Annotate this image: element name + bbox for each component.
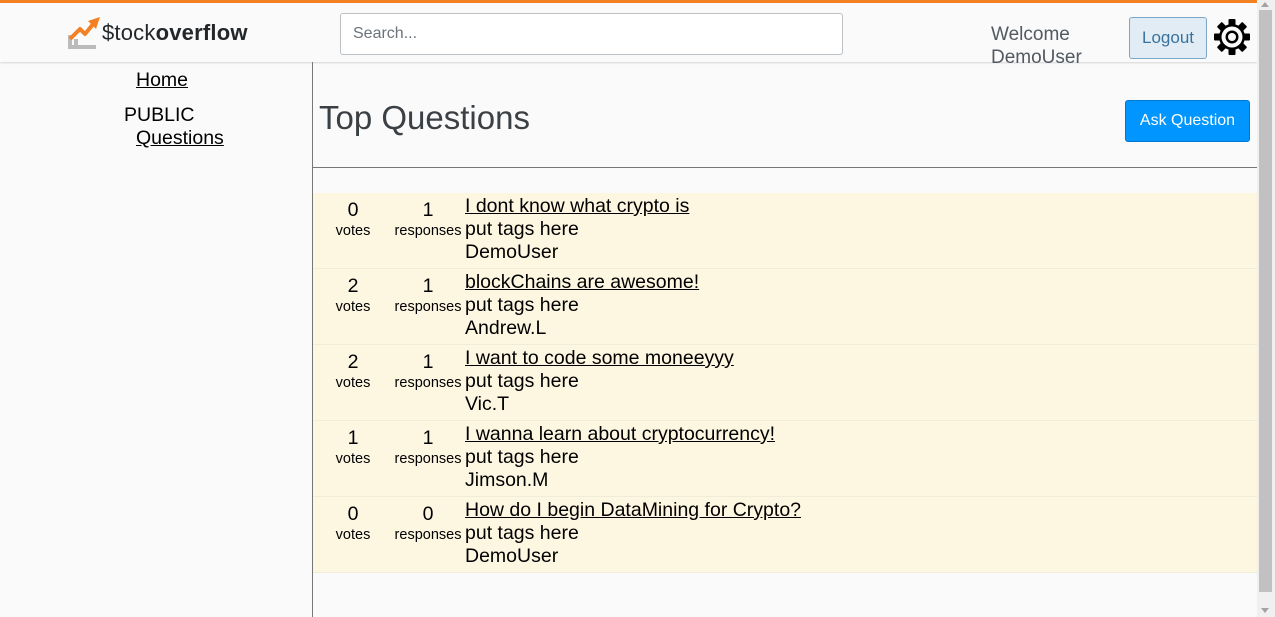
question-tags: put tags here xyxy=(465,446,579,468)
response-count: 1 responses xyxy=(392,275,464,317)
response-label: responses xyxy=(394,527,462,543)
response-label: responses xyxy=(394,299,462,315)
question-body: I dont know what crypto is put tags here… xyxy=(465,195,689,264)
sidebar-item-questions[interactable]: Questions xyxy=(136,127,224,150)
logo[interactable]: $tockoverflow xyxy=(66,15,248,51)
search-input[interactable] xyxy=(340,13,843,55)
question-author: DemoUser xyxy=(465,241,559,263)
question-author: Vic.T xyxy=(465,393,510,415)
response-label: responses xyxy=(394,223,462,239)
vote-label: votes xyxy=(335,527,371,543)
welcome-username: DemoUser xyxy=(991,47,1082,68)
response-number: 1 xyxy=(422,427,434,449)
sidebar-section-public: PUBLIC xyxy=(124,104,195,126)
welcome-message: Welcome DemoUser xyxy=(991,23,1082,69)
question-list: 0 votes 1 responses I dont know what cry… xyxy=(313,193,1257,573)
vote-count: 1 votes xyxy=(333,427,373,469)
question-tags: put tags here xyxy=(465,218,579,240)
question-tags: put tags here xyxy=(465,370,579,392)
question-row: 0 votes 1 responses I dont know what cry… xyxy=(313,193,1257,269)
question-row: 2 votes 1 responses I want to code some … xyxy=(313,345,1257,421)
response-count: 0 responses xyxy=(392,503,464,545)
vote-count: 2 votes xyxy=(333,275,373,317)
page-title: Top Questions xyxy=(319,99,530,136)
vote-number: 2 xyxy=(347,275,359,297)
vote-number: 2 xyxy=(347,351,359,373)
ask-question-button[interactable]: Ask Question xyxy=(1125,100,1250,142)
response-label: responses xyxy=(394,451,462,467)
scroll-down-arrow-icon[interactable] xyxy=(1261,608,1269,613)
sidebar: Home PUBLIC Questions xyxy=(0,62,313,617)
question-row: 0 votes 0 responses How do I begin DataM… xyxy=(313,497,1257,573)
response-count: 1 responses xyxy=(392,427,464,469)
question-body: I wanna learn about cryptocurrency! put … xyxy=(465,423,775,492)
question-row: 2 votes 1 responses blockChains are awes… xyxy=(313,269,1257,345)
logo-text-prefix: $tock xyxy=(102,20,156,45)
question-title-link[interactable]: I wanna learn about cryptocurrency! xyxy=(465,423,775,446)
question-title-link[interactable]: I want to code some moneeyyy xyxy=(465,347,734,370)
question-title-link[interactable]: blockChains are awesome! xyxy=(465,271,699,294)
logo-text: $tockoverflow xyxy=(102,20,248,46)
question-title-link[interactable]: I dont know what crypto is xyxy=(465,195,689,218)
stock-chart-logo-icon xyxy=(68,17,100,49)
response-number: 0 xyxy=(422,503,434,525)
logout-button[interactable]: Logout xyxy=(1129,17,1207,59)
vote-count: 2 votes xyxy=(333,351,373,393)
vote-label: votes xyxy=(335,223,371,239)
logo-text-suffix: overflow xyxy=(155,20,248,45)
question-tags: put tags here xyxy=(465,522,579,544)
vote-count: 0 votes xyxy=(333,503,373,545)
vote-count: 0 votes xyxy=(333,199,373,241)
gear-icon[interactable] xyxy=(1213,18,1251,56)
response-number: 1 xyxy=(422,199,434,221)
vote-label: votes xyxy=(335,299,371,315)
welcome-label: Welcome xyxy=(991,24,1070,45)
vote-number: 0 xyxy=(347,503,359,525)
question-author: DemoUser xyxy=(465,545,559,567)
response-number: 1 xyxy=(422,275,434,297)
question-tags: put tags here xyxy=(465,294,579,316)
vote-number: 1 xyxy=(347,427,359,449)
question-row: 1 votes 1 responses I wanna learn about … xyxy=(313,421,1257,497)
question-title-link[interactable]: How do I begin DataMining for Crypto? xyxy=(465,499,801,522)
vote-label: votes xyxy=(335,375,371,391)
divider xyxy=(313,167,1257,168)
question-author: Andrew.L xyxy=(465,317,547,339)
question-author: Jimson.M xyxy=(465,469,549,491)
vote-label: votes xyxy=(335,451,371,467)
scrollbar-thumb[interactable] xyxy=(1259,10,1272,592)
response-count: 1 responses xyxy=(392,351,464,393)
response-label: responses xyxy=(394,375,462,391)
question-body: blockChains are awesome! put tags here A… xyxy=(465,271,699,340)
top-bar: $tockoverflow Welcome DemoUser Logout xyxy=(0,0,1257,68)
question-body: How do I begin DataMining for Crypto? pu… xyxy=(465,499,801,568)
response-count: 1 responses xyxy=(392,199,464,241)
vote-number: 0 xyxy=(347,199,359,221)
question-body: I want to code some moneeyyy put tags he… xyxy=(465,347,734,416)
scroll-up-arrow-icon[interactable] xyxy=(1261,2,1269,7)
response-number: 1 xyxy=(422,351,434,373)
sidebar-item-home[interactable]: Home xyxy=(136,69,188,92)
